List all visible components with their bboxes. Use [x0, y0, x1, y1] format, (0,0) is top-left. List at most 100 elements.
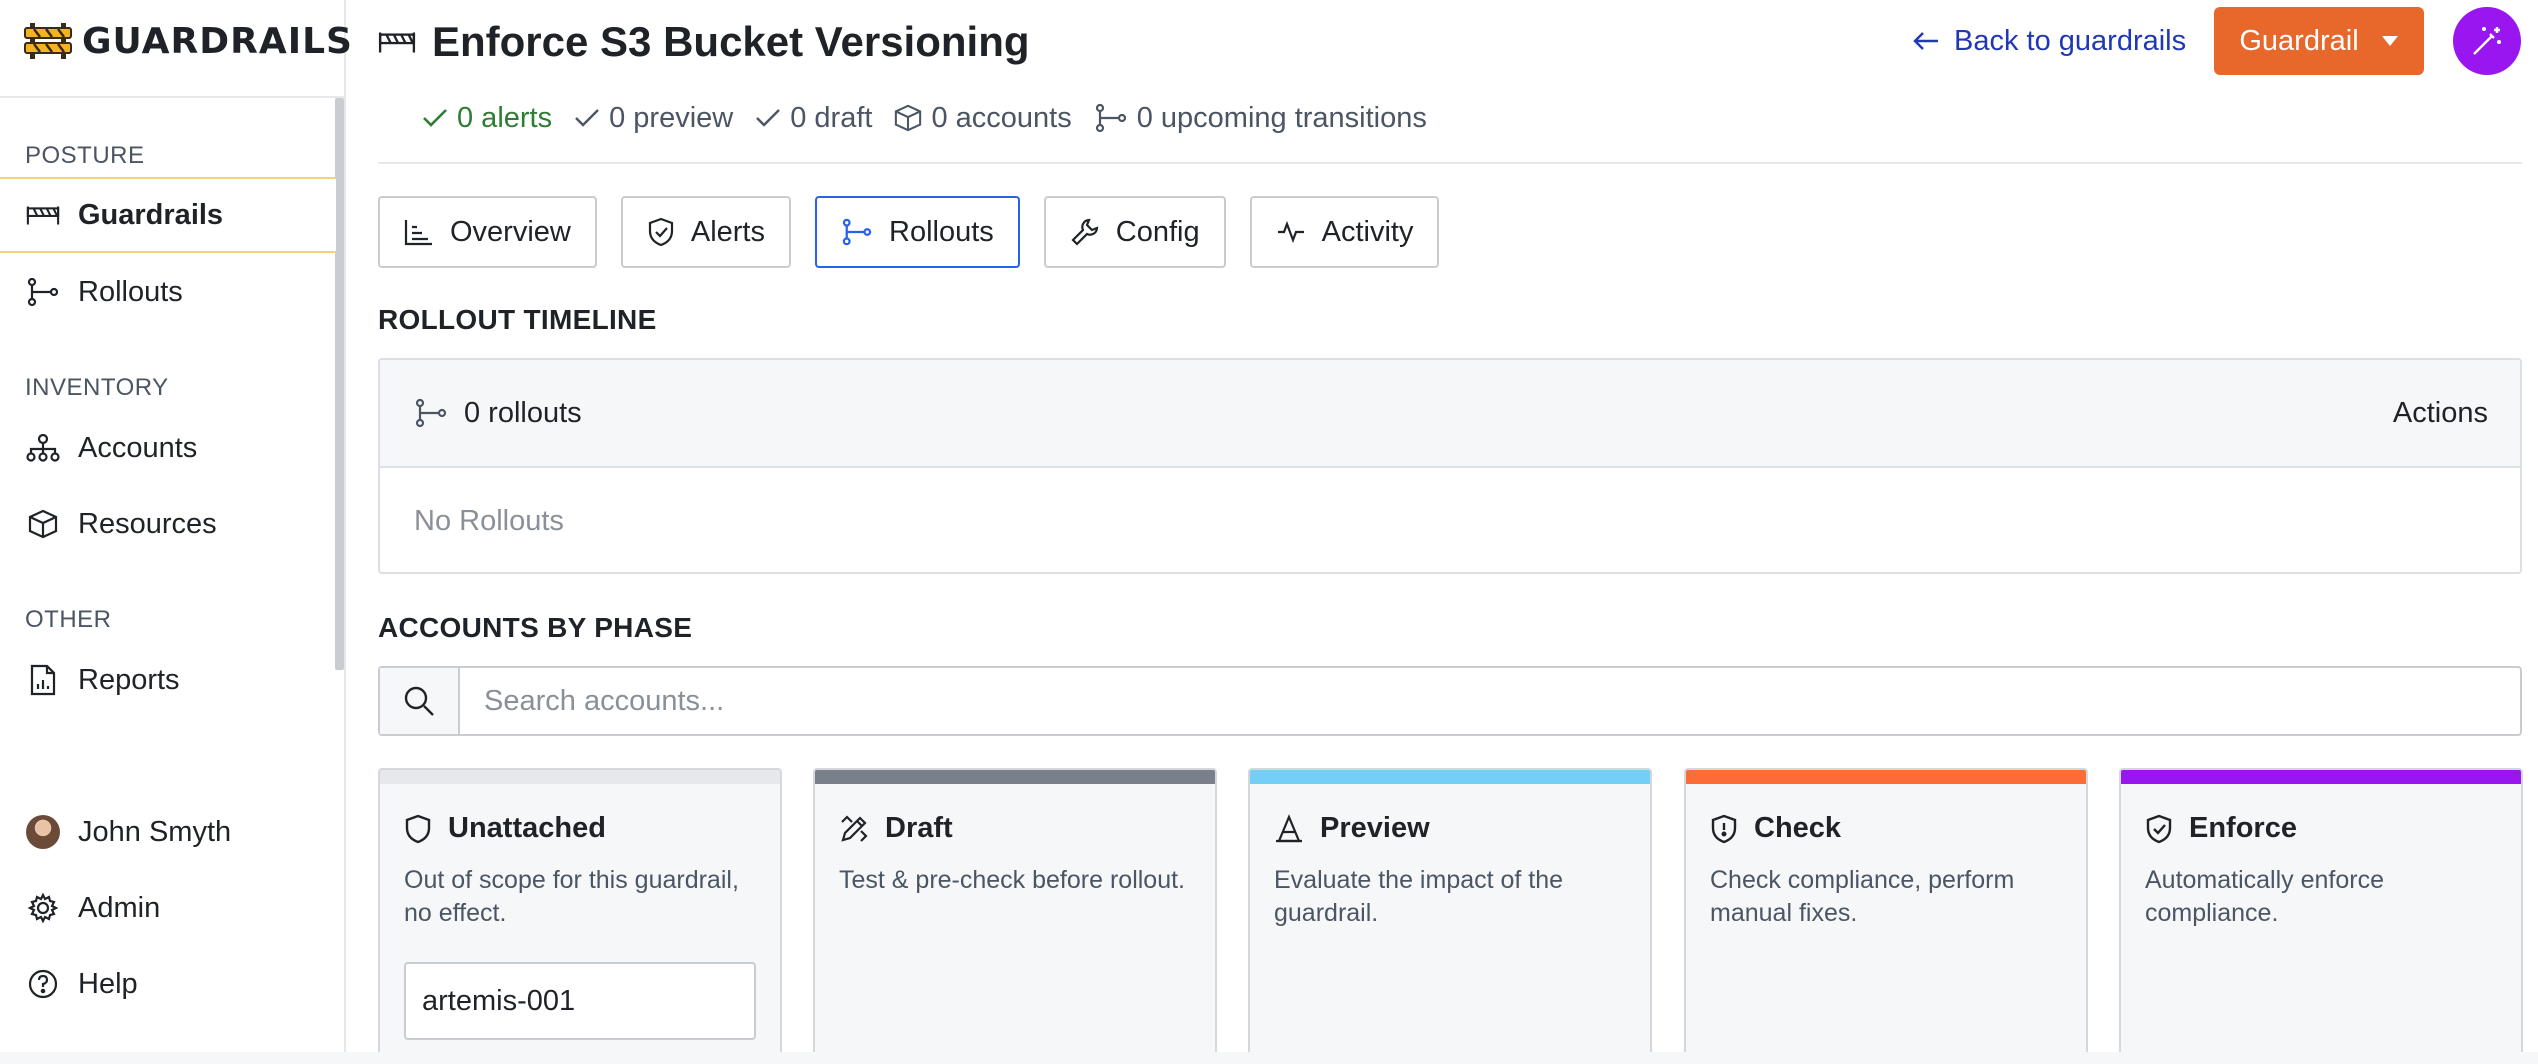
sidebar-scrollbar[interactable] [335, 98, 344, 670]
phase-title: Unattached [404, 812, 606, 845]
tab-overview[interactable]: Overview [378, 196, 597, 268]
hierarchy-icon [26, 431, 60, 465]
app-logo[interactable]: GUARDRAILS [24, 20, 353, 62]
rollout-empty-state: No Rollouts [414, 504, 564, 537]
sidebar-item-label: Accounts [78, 431, 198, 464]
phase-color-bar [1686, 770, 2086, 784]
guardrail-menu-button[interactable]: Guardrail [2214, 7, 2424, 75]
tab-label: Config [1115, 215, 1200, 248]
section-inventory: INVENTORY [25, 374, 169, 401]
phase-title: Preview [1274, 812, 1430, 845]
rollout-count-label: 0 rollouts [464, 396, 582, 429]
sidebar-item-resources[interactable]: Resources [0, 486, 336, 562]
rollout-timeline-heading: ROLLOUT TIMELINE [378, 304, 657, 335]
shield-icon [404, 814, 432, 844]
tab-bar: Overview Alerts Rollouts Config Activity [378, 196, 1440, 268]
phase-description: Out of scope for this guardrail, no effe… [404, 866, 739, 927]
caret-down-icon [2381, 35, 2399, 47]
rollout-icon [414, 398, 448, 428]
section-other: OTHER [25, 606, 112, 633]
check-icon [574, 107, 600, 129]
rollout-count: 0 rollouts [414, 397, 582, 430]
rollout-icon [1094, 103, 1128, 133]
sidebar-item-rollouts[interactable]: Rollouts [0, 254, 336, 330]
accounts-by-phase-heading: ACCOUNTS BY PHASE [378, 612, 693, 643]
sidebar-item-help[interactable]: Help [0, 946, 336, 1022]
barrier-icon [26, 198, 60, 232]
magic-wand-icon [2470, 24, 2504, 58]
phase-card-enforce: Enforce Automatically enforce compliance… [2119, 768, 2523, 1058]
tab-config[interactable]: Config [1043, 196, 1226, 268]
phase-color-bar [1250, 770, 1650, 784]
sidebar-item-label: Reports [78, 663, 180, 696]
help-icon [26, 967, 60, 1001]
phase-color-bar [815, 770, 1215, 784]
stat-preview[interactable]: 0 preview [574, 102, 733, 135]
tab-alerts[interactable]: Alerts [620, 196, 791, 268]
phase-title-label: Check [1754, 812, 1842, 844]
phase-title-label: Unattached [448, 812, 606, 844]
stat-accounts[interactable]: 0 accounts [894, 101, 1072, 135]
phase-description: Check compliance, perform manual fixes. [1710, 866, 2015, 927]
search-icon [403, 685, 435, 717]
phase-title-label: Preview [1320, 812, 1430, 844]
sidebar-item-guardrails[interactable]: Guardrails [0, 177, 336, 253]
sidebar-item-reports[interactable]: Reports [0, 642, 336, 718]
tab-activity[interactable]: Activity [1249, 196, 1440, 268]
account-card[interactable]: artemis-001 [404, 962, 756, 1040]
phase-title: Enforce [2145, 812, 2297, 845]
back-link-label: Back to guardrails [1954, 24, 2187, 57]
section-posture: POSTURE [25, 142, 145, 169]
tab-label: Rollouts [889, 215, 994, 248]
search-input[interactable] [460, 668, 2520, 734]
sidebar-item-label: Guardrails [78, 198, 224, 231]
stat-transitions[interactable]: 0 upcoming transitions [1094, 102, 1427, 135]
account-search [378, 666, 2522, 736]
rollout-panel-header: 0 rollouts Actions [380, 360, 2520, 468]
barrier-icon [378, 29, 416, 55]
rollout-icon [26, 275, 60, 309]
tab-rollouts[interactable]: Rollouts [815, 196, 1020, 268]
barrier-logo-icon [24, 21, 72, 61]
sidebar-item-accounts[interactable]: Accounts [0, 410, 336, 486]
window-bottom-edge [0, 1052, 2538, 1064]
phase-title: Check [1710, 812, 1841, 845]
app-name: GUARDRAILS [82, 20, 353, 62]
sidebar-divider [0, 96, 344, 98]
rollout-timeline-panel: 0 rollouts Actions No Rollouts [378, 358, 2522, 574]
stat-alerts[interactable]: 0 alerts [422, 102, 552, 135]
avatar [26, 815, 60, 849]
sidebar-item-label: Rollouts [78, 275, 183, 308]
rollout-actions-button[interactable]: Actions [2393, 397, 2488, 430]
phase-title-label: Enforce [2189, 812, 2297, 844]
magic-wand-button[interactable] [2453, 7, 2521, 75]
search-button[interactable] [380, 668, 460, 734]
tab-label: Overview [450, 215, 571, 248]
phase-card-check: Check Check compliance, perform manual f… [1684, 768, 2088, 1058]
gear-icon [26, 891, 60, 925]
sidebar-item-admin[interactable]: Admin [0, 870, 336, 946]
pulse-icon [1276, 220, 1306, 244]
back-to-guardrails-link[interactable]: Back to guardrails [1912, 18, 2186, 64]
cube-icon [26, 507, 60, 541]
arrow-left-icon [1912, 30, 1940, 52]
cone-icon [1274, 813, 1304, 844]
guardrail-button-label: Guardrail [2239, 24, 2359, 57]
guardrail-stats: 0 alerts 0 preview 0 draft 0 accounts 0 … [422, 98, 1427, 138]
stat-accounts-label: 0 accounts [931, 101, 1072, 134]
stat-draft[interactable]: 0 draft [755, 102, 872, 135]
check-icon [755, 107, 781, 129]
phase-description: Test & pre-check before rollout. [839, 866, 1185, 894]
phase-title-label: Draft [885, 812, 953, 844]
phase-card-unattached: Unattached Out of scope for this guardra… [378, 768, 782, 1058]
stat-preview-label: 0 preview [609, 101, 734, 134]
sidebar-item-profile[interactable]: John Smyth [0, 794, 336, 870]
sidebar-item-label: Resources [78, 507, 217, 540]
phase-color-bar [380, 770, 780, 784]
shield-check-icon [2145, 814, 2173, 844]
tab-label: Alerts [690, 215, 765, 248]
report-icon [26, 663, 60, 697]
phase-color-bar [2121, 770, 2521, 784]
sidebar-item-label: John Smyth [78, 815, 232, 848]
phase-card-draft: Draft Test & pre-check before rollout. [813, 768, 1217, 1058]
